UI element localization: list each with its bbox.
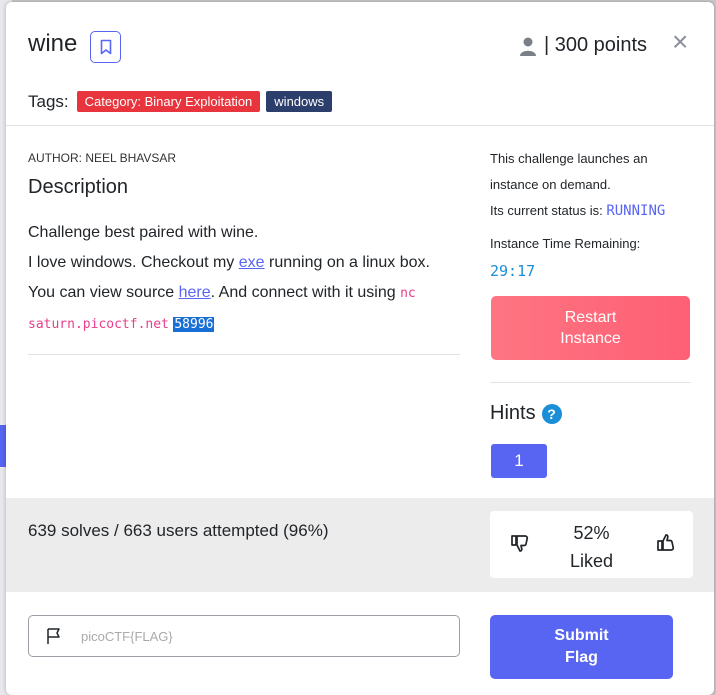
submit-button-label: Submit Flag xyxy=(554,625,608,669)
description-text: I love windows. Checkout my xyxy=(28,254,239,271)
bookmark-icon xyxy=(100,39,111,55)
hints-divider xyxy=(490,382,691,383)
thumbs-up-icon[interactable] xyxy=(656,533,676,553)
flag-input[interactable] xyxy=(79,627,423,645)
points-display: | 300 points xyxy=(518,34,647,57)
rating-box: 52% Liked xyxy=(490,511,693,578)
submit-flag-button[interactable]: Submit Flag xyxy=(490,615,673,679)
description-text: running on a linux box. xyxy=(264,254,430,271)
description-line-1: Challenge best paired with wine. xyxy=(28,224,259,241)
header-divider xyxy=(6,125,714,126)
host-address: saturn.picoctf.net xyxy=(28,317,169,332)
author-label: AUTHOR: NEEL BHAVSAR xyxy=(28,151,177,165)
time-remaining-value: 29:17 xyxy=(490,262,536,280)
user-icon xyxy=(520,37,536,56)
restart-label-line: Restart xyxy=(564,309,617,326)
tags-label: Tags: xyxy=(28,91,69,111)
challenge-modal: wine | 300 points × Tags: Category: Bina… xyxy=(6,2,714,695)
challenge-title: wine xyxy=(28,30,78,57)
instance-status-line: Its current status is: RUNNING xyxy=(490,198,690,224)
port-number: 58996 xyxy=(173,317,215,332)
tags-row: Tags: Category: Binary Exploitation wind… xyxy=(28,91,333,112)
submit-label-line: Submit xyxy=(554,627,609,644)
flag-input-field[interactable] xyxy=(28,615,460,657)
submit-label-line: Flag xyxy=(565,649,598,666)
flag-icon xyxy=(47,628,60,644)
nc-command: nc xyxy=(400,286,416,301)
restart-button-label: Restart Instance xyxy=(560,307,620,349)
bookmark-button[interactable] xyxy=(90,31,121,63)
description-divider xyxy=(28,354,460,355)
description-line-2: I love windows. Checkout my exe running … xyxy=(28,248,458,278)
time-remaining-label: Instance Time Remaining: xyxy=(490,236,641,251)
hints-heading: Hints ? xyxy=(490,402,562,425)
description-body: Challenge best paired with wine. I love … xyxy=(28,218,458,340)
instance-info: This challenge launches an instance on d… xyxy=(490,146,690,224)
solves-count: 639 solves / 663 users attempted (96%) xyxy=(28,521,329,540)
help-icon[interactable]: ? xyxy=(541,403,562,424)
restart-label-line: Instance xyxy=(560,330,621,347)
description-text: You can view source xyxy=(28,284,179,301)
description-line-3: You can view source here. And connect wi… xyxy=(28,278,458,309)
status-label: Its current status is: xyxy=(490,203,607,218)
description-line-4: saturn.picoctf.net 58996 xyxy=(28,309,458,340)
close-button[interactable]: × xyxy=(672,28,688,56)
hint-button-1[interactable]: 1 xyxy=(491,444,547,478)
description-heading: Description xyxy=(28,176,129,198)
windows-tag[interactable]: windows xyxy=(266,91,333,112)
exe-link[interactable]: exe xyxy=(239,254,265,271)
hints-title: Hints xyxy=(490,402,536,424)
description-text: . And connect with it using xyxy=(210,284,401,301)
source-link[interactable]: here xyxy=(179,284,211,301)
status-value: RUNNING xyxy=(606,203,666,219)
points-label: | 300 points xyxy=(544,34,648,56)
instance-launch-text: This challenge launches an instance on d… xyxy=(490,151,648,192)
category-tag[interactable]: Category: Binary Exploitation xyxy=(76,91,261,112)
restart-instance-button[interactable]: Restart Instance xyxy=(491,296,690,360)
